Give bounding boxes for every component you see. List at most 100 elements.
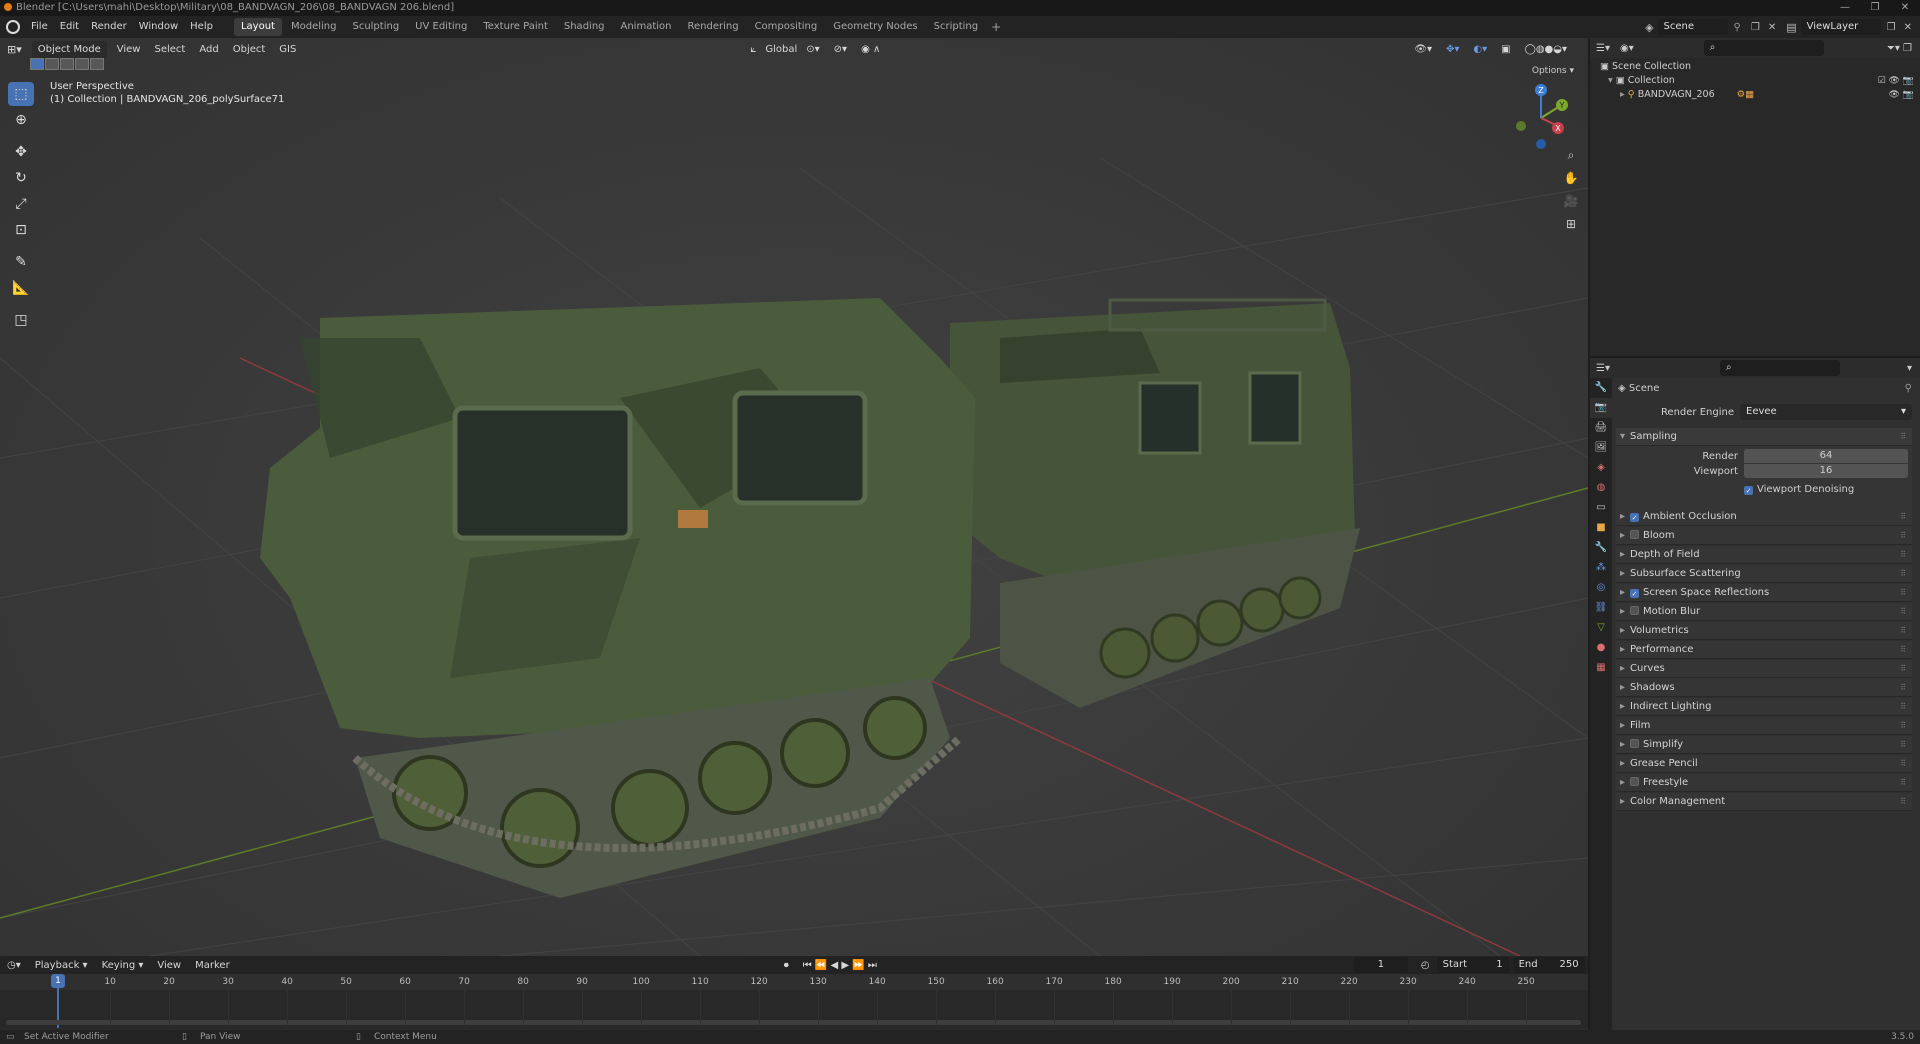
select-new-icon[interactable] — [30, 58, 44, 70]
camera-icon[interactable]: 🎥 — [1560, 190, 1582, 212]
scale-icon[interactable]: ⤢ — [8, 192, 34, 216]
new-viewlayer-icon[interactable]: ❐ — [1887, 22, 1896, 33]
expand-arrow-icon[interactable]: ▸ — [1620, 660, 1630, 678]
tab-scripting[interactable]: Scripting — [927, 18, 985, 36]
tab-sculpting[interactable]: Sculpting — [345, 18, 406, 36]
3d-viewport[interactable]: ⊞▾ Object Mode View Select Add Object GI… — [0, 38, 1588, 956]
visibility-icon[interactable]: 👁▾ — [1407, 38, 1439, 62]
outliner-item-collection[interactable]: ▾ ▣ Collection — [1600, 74, 1754, 88]
panel-indirect-lighting[interactable]: ▸ Indirect Lighting ⠿ — [1616, 698, 1912, 716]
playback-controls[interactable]: ⏮ ⏪ ◀ ▶ ⏩ ⏭ — [796, 960, 884, 971]
shading-modes-icon[interactable]: ◯◍●◒▾ — [1518, 38, 1574, 62]
new-scene-icon[interactable]: ❐ — [1751, 22, 1760, 33]
transform-icon[interactable]: ⊡ — [8, 218, 34, 242]
record-icon[interactable]: ⏺ — [777, 960, 796, 971]
current-frame-field[interactable]: 1 — [1353, 957, 1408, 973]
panel-bloom[interactable]: ▸ Bloom ⠿ — [1616, 527, 1912, 545]
render-engine-select[interactable]: Eevee ▾ — [1740, 404, 1912, 420]
menu-add[interactable]: Add — [192, 38, 225, 62]
checkbox-unchecked-icon[interactable] — [1630, 530, 1639, 539]
tab-shading[interactable]: Shading — [557, 18, 612, 36]
expand-arrow-icon[interactable]: ▾ — [1608, 75, 1616, 86]
mode-selector[interactable]: Object Mode — [31, 41, 107, 59]
tab-layout[interactable]: Layout — [233, 18, 282, 36]
transform-orientation[interactable]: Global — [763, 38, 799, 62]
properties-search-input[interactable]: ⌕ — [1719, 360, 1840, 376]
properties-editor-type-icon[interactable]: ☰▾ — [1596, 363, 1610, 374]
expand-arrow-icon[interactable]: ▸ — [1620, 793, 1630, 811]
drag-handle-icon[interactable]: ⠿ — [1900, 603, 1906, 621]
tab-texture-paint[interactable]: Texture Paint — [476, 18, 555, 36]
collection-visibility-toggles[interactable]: ☑ 👁 📷 — [1878, 74, 1914, 88]
tab-compositing[interactable]: Compositing — [748, 18, 825, 36]
outliner-item-scene-collection[interactable]: ▣ Scene Collection — [1600, 60, 1754, 74]
properties-options-icon[interactable]: ▾ — [1907, 363, 1912, 374]
output-tab-icon[interactable]: 🖨 — [1590, 418, 1612, 438]
editor-type-icon[interactable]: ⊞▾ — [0, 38, 29, 62]
menu-timeline-view[interactable]: View — [150, 960, 188, 971]
expand-arrow-icon[interactable]: ▸ — [1620, 774, 1630, 792]
xray-icon[interactable]: ▣ — [1494, 38, 1517, 62]
expand-arrow-icon[interactable]: ▸ — [1620, 89, 1628, 100]
playhead[interactable]: 1 — [51, 974, 65, 988]
menu-edit[interactable]: Edit — [54, 16, 85, 38]
move-icon[interactable]: ✥ — [8, 140, 34, 164]
menu-file[interactable]: File — [25, 16, 54, 38]
panel-performance[interactable]: ▸ Performance ⠿ — [1616, 641, 1912, 659]
zoom-icon[interactable]: ⌕ — [1560, 144, 1582, 166]
expand-arrow-icon[interactable]: ▸ — [1620, 603, 1630, 621]
drag-handle-icon[interactable]: ⠿ — [1900, 755, 1906, 773]
end-frame-field[interactable]: End 250 — [1512, 957, 1585, 973]
menu-marker[interactable]: Marker — [188, 960, 237, 971]
menu-playback[interactable]: Playback ▾ — [28, 960, 95, 971]
view-layer-tab-icon[interactable]: 🖼 — [1590, 438, 1612, 458]
menu-window[interactable]: Window — [133, 16, 184, 38]
proportional-edit-icon[interactable]: ◉ ∧ — [854, 38, 887, 62]
viewport-denoising-toggle[interactable]: ✓ Viewport Denoising — [1744, 484, 1854, 495]
panel-shadows[interactable]: ▸ Shadows ⠿ — [1616, 679, 1912, 697]
selection-mode-buttons[interactable] — [30, 58, 105, 70]
panel-subsurface-scattering[interactable]: ▸ Subsurface Scattering ⠿ — [1616, 565, 1912, 583]
expand-arrow-icon[interactable]: ▸ — [1620, 546, 1630, 564]
panel-simplify[interactable]: ▸ Simplify ⠿ — [1616, 736, 1912, 754]
timeline-editor-type-icon[interactable]: ◷▾ — [0, 960, 28, 971]
expand-arrow-icon[interactable]: ▸ — [1620, 755, 1630, 773]
start-frame-field[interactable]: Start 1 — [1436, 957, 1509, 973]
delete-scene-icon[interactable]: ✕ — [1768, 22, 1776, 33]
checkbox-unchecked-icon[interactable] — [1630, 739, 1639, 748]
checkbox-unchecked-icon[interactable] — [1630, 606, 1639, 615]
panel-volumetrics[interactable]: ▸ Volumetrics ⠿ — [1616, 622, 1912, 640]
expand-arrow-icon[interactable]: ▸ — [1620, 717, 1630, 735]
render-samples-field[interactable]: 64 — [1744, 449, 1908, 463]
menu-view[interactable]: View — [110, 38, 148, 62]
select-intersect-icon[interactable] — [90, 58, 104, 70]
drag-handle-icon[interactable]: ⠿ — [1900, 717, 1906, 735]
expand-arrow-icon[interactable]: ▸ — [1620, 584, 1630, 602]
world-tab-icon[interactable]: ◍ — [1590, 478, 1612, 498]
timeline-scrollbar[interactable] — [6, 1020, 1581, 1025]
navigation-gizmo[interactable]: Z Y X — [1506, 80, 1576, 150]
tab-uv-editing[interactable]: UV Editing — [408, 18, 474, 36]
select-invert-icon[interactable] — [75, 58, 89, 70]
filter-icon[interactable]: ⏷▾ ❐ — [1887, 43, 1912, 54]
checkbox-checked-icon[interactable]: ✓ — [1744, 486, 1753, 495]
panel-ambient-occlusion[interactable]: ▸ ✓ Ambient Occlusion ⠿ — [1616, 508, 1912, 526]
rotate-icon[interactable]: ↻ — [8, 166, 34, 190]
scene-tab-icon[interactable]: ◈ — [1590, 458, 1612, 478]
expand-arrow-icon[interactable]: ▸ — [1620, 698, 1630, 716]
panel-film[interactable]: ▸ Film ⠿ — [1616, 717, 1912, 735]
menu-render[interactable]: Render — [85, 16, 133, 38]
menu-gis[interactable]: GIS — [272, 38, 303, 62]
checkbox-checked-icon[interactable]: ✓ — [1630, 589, 1639, 598]
minimize-button[interactable]: — — [1830, 0, 1860, 16]
expand-arrow-icon[interactable]: ▸ — [1620, 565, 1630, 583]
tab-animation[interactable]: Animation — [614, 18, 679, 36]
tab-geometry-nodes[interactable]: Geometry Nodes — [826, 18, 924, 36]
drag-handle-icon[interactable]: ⠿ — [1900, 546, 1906, 564]
menu-select[interactable]: Select — [147, 38, 192, 62]
pan-hand-icon[interactable]: ✋ — [1560, 167, 1582, 189]
scene-selector[interactable]: Scene — [1657, 19, 1728, 35]
add-workspace-icon[interactable]: + — [986, 20, 1006, 34]
drag-handle-icon[interactable]: ⠿ — [1900, 428, 1906, 446]
display-mode-icon[interactable]: ◉▾ — [1620, 43, 1634, 54]
